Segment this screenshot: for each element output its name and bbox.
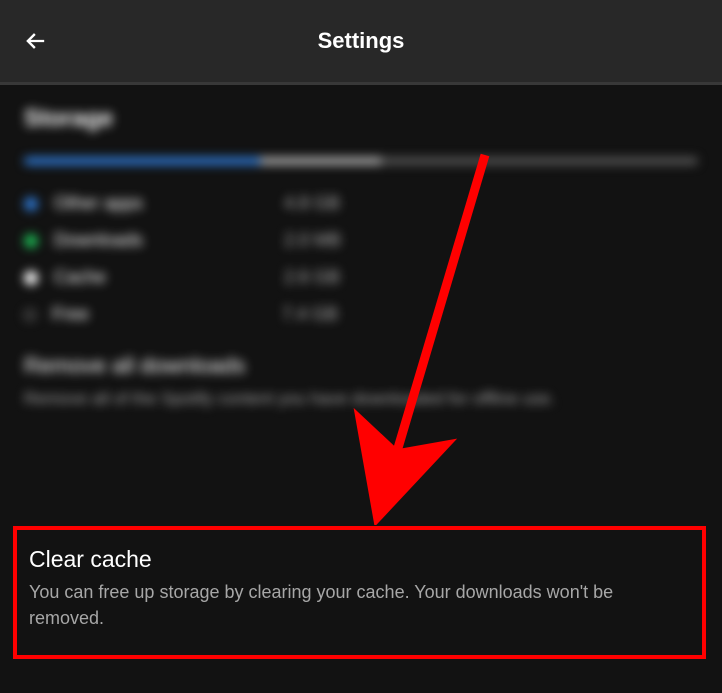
legend-row-free: Free 7.4 GB <box>24 304 698 325</box>
legend-value: 2.6 GB <box>284 267 340 288</box>
back-button[interactable] <box>16 21 56 61</box>
legend-dot-icon <box>24 271 38 285</box>
legend-value: 7.4 GB <box>282 304 338 325</box>
legend-row-downloads: Downloads 2.0 MB <box>24 230 698 251</box>
arrow-left-icon <box>22 27 50 55</box>
legend-row-cache: Cache 2.6 GB <box>24 267 698 288</box>
legend-label: Other apps <box>54 193 284 214</box>
legend-value: 4.8 GB <box>284 193 340 214</box>
remove-downloads-option[interactable]: Remove all downloads Remove all of the S… <box>24 353 698 411</box>
legend-dot-icon <box>24 197 38 211</box>
remove-downloads-description: Remove all of the Spotify content you ha… <box>24 387 698 411</box>
legend-value: 2.0 MB <box>284 230 341 251</box>
legend-label: Free <box>52 304 282 325</box>
legend-dot-icon <box>24 234 38 248</box>
legend-row-other-apps: Other apps 4.8 GB <box>24 193 698 214</box>
clear-cache-title: Clear cache <box>29 546 690 573</box>
storage-bar-segment-cache <box>260 157 381 165</box>
storage-section-title: Storage <box>24 105 698 133</box>
storage-usage-bar <box>24 157 698 165</box>
remove-downloads-title: Remove all downloads <box>24 353 698 379</box>
clear-cache-description: You can free up storage by clearing your… <box>29 579 690 631</box>
clear-cache-option[interactable]: Clear cache You can free up storage by c… <box>13 526 706 659</box>
header-bar: Settings <box>0 0 722 85</box>
storage-bar-segment-other <box>24 157 260 165</box>
legend-label: Cache <box>54 267 284 288</box>
legend-label: Downloads <box>54 230 284 251</box>
page-title: Settings <box>0 28 722 54</box>
blurred-background-section: Storage Other apps 4.8 GB Downloads 2.0 … <box>24 105 698 411</box>
legend-dot-icon <box>24 309 36 321</box>
storage-legend: Other apps 4.8 GB Downloads 2.0 MB Cache… <box>24 193 698 325</box>
